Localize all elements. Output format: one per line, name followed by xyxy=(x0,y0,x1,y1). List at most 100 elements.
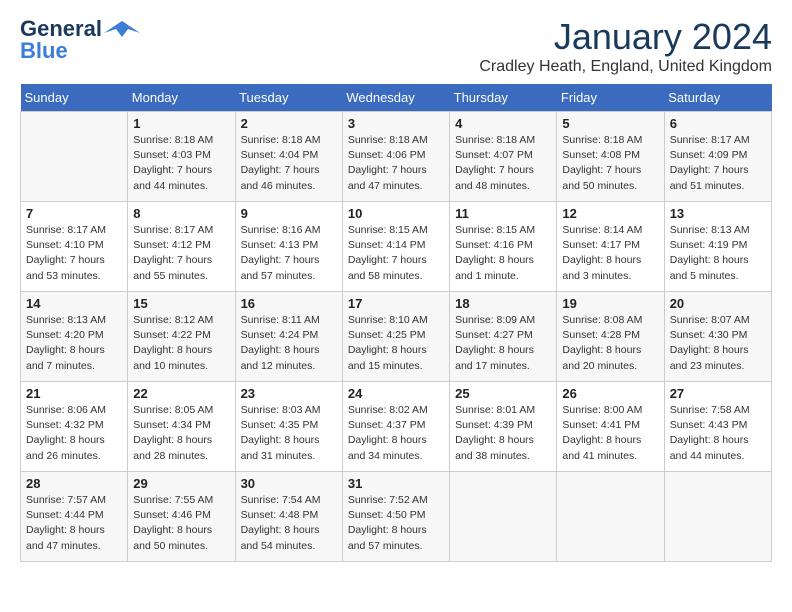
day-info-line: Daylight: 8 hours xyxy=(455,253,551,268)
day-info-line: Sunset: 4:50 PM xyxy=(348,508,444,523)
day-number: 10 xyxy=(348,206,444,221)
day-info: Sunrise: 8:01 AMSunset: 4:39 PMDaylight:… xyxy=(455,403,551,464)
calendar-cell: 2Sunrise: 8:18 AMSunset: 4:04 PMDaylight… xyxy=(235,112,342,202)
day-number: 18 xyxy=(455,296,551,311)
day-info-line: Daylight: 8 hours xyxy=(241,523,337,538)
day-info-line: Sunrise: 8:11 AM xyxy=(241,313,337,328)
calendar-cell: 5Sunrise: 8:18 AMSunset: 4:08 PMDaylight… xyxy=(557,112,664,202)
day-info-line: Daylight: 7 hours xyxy=(348,253,444,268)
calendar-cell xyxy=(664,472,771,562)
day-info-line: Sunset: 4:48 PM xyxy=(241,508,337,523)
day-info-line: Daylight: 7 hours xyxy=(241,163,337,178)
day-info-line: Daylight: 8 hours xyxy=(348,433,444,448)
day-info: Sunrise: 7:55 AMSunset: 4:46 PMDaylight:… xyxy=(133,493,229,554)
calendar-cell: 25Sunrise: 8:01 AMSunset: 4:39 PMDayligh… xyxy=(450,382,557,472)
day-info: Sunrise: 8:18 AMSunset: 4:03 PMDaylight:… xyxy=(133,133,229,194)
day-info-line: Sunset: 4:43 PM xyxy=(670,418,766,433)
calendar-cell: 27Sunrise: 7:58 AMSunset: 4:43 PMDayligh… xyxy=(664,382,771,472)
day-info-line: and 7 minutes. xyxy=(26,359,122,374)
day-info: Sunrise: 8:18 AMSunset: 4:07 PMDaylight:… xyxy=(455,133,551,194)
day-info-line: Sunset: 4:37 PM xyxy=(348,418,444,433)
day-info-line: Sunset: 4:14 PM xyxy=(348,238,444,253)
calendar-cell: 22Sunrise: 8:05 AMSunset: 4:34 PMDayligh… xyxy=(128,382,235,472)
day-info-line: Sunset: 4:20 PM xyxy=(26,328,122,343)
day-info-line: Sunrise: 7:54 AM xyxy=(241,493,337,508)
day-info-line: Sunset: 4:30 PM xyxy=(670,328,766,343)
day-info: Sunrise: 8:02 AMSunset: 4:37 PMDaylight:… xyxy=(348,403,444,464)
day-info: Sunrise: 8:10 AMSunset: 4:25 PMDaylight:… xyxy=(348,313,444,374)
day-number: 15 xyxy=(133,296,229,311)
day-info: Sunrise: 7:57 AMSunset: 4:44 PMDaylight:… xyxy=(26,493,122,554)
days-header-row: SundayMondayTuesdayWednesdayThursdayFrid… xyxy=(21,84,772,112)
day-info-line: Sunrise: 8:16 AM xyxy=(241,223,337,238)
day-info-line: Sunrise: 8:17 AM xyxy=(26,223,122,238)
day-number: 3 xyxy=(348,116,444,131)
day-info-line: Daylight: 8 hours xyxy=(133,433,229,448)
logo-blue-text: Blue xyxy=(20,38,68,64)
day-info-line: Sunrise: 8:18 AM xyxy=(348,133,444,148)
day-number: 7 xyxy=(26,206,122,221)
day-info-line: Sunrise: 8:15 AM xyxy=(348,223,444,238)
day-info-line: Sunrise: 7:52 AM xyxy=(348,493,444,508)
day-header-tuesday: Tuesday xyxy=(235,84,342,112)
day-info-line: Sunset: 4:28 PM xyxy=(562,328,658,343)
calendar-cell: 16Sunrise: 8:11 AMSunset: 4:24 PMDayligh… xyxy=(235,292,342,382)
day-info-line: Sunset: 4:22 PM xyxy=(133,328,229,343)
day-number: 21 xyxy=(26,386,122,401)
day-info-line: Sunset: 4:17 PM xyxy=(562,238,658,253)
day-info-line: Sunset: 4:41 PM xyxy=(562,418,658,433)
calendar-table: SundayMondayTuesdayWednesdayThursdayFrid… xyxy=(20,84,772,562)
day-header-monday: Monday xyxy=(128,84,235,112)
day-info-line: Daylight: 8 hours xyxy=(670,343,766,358)
day-number: 8 xyxy=(133,206,229,221)
day-info: Sunrise: 8:07 AMSunset: 4:30 PMDaylight:… xyxy=(670,313,766,374)
calendar-cell xyxy=(21,112,128,202)
day-info-line: Daylight: 8 hours xyxy=(562,253,658,268)
day-info-line: Sunset: 4:08 PM xyxy=(562,148,658,163)
day-info-line: Sunset: 4:25 PM xyxy=(348,328,444,343)
calendar-cell: 18Sunrise: 8:09 AMSunset: 4:27 PMDayligh… xyxy=(450,292,557,382)
day-number: 12 xyxy=(562,206,658,221)
day-info-line: and 58 minutes. xyxy=(348,269,444,284)
day-number: 20 xyxy=(670,296,766,311)
day-number: 26 xyxy=(562,386,658,401)
day-number: 14 xyxy=(26,296,122,311)
day-info: Sunrise: 8:18 AMSunset: 4:08 PMDaylight:… xyxy=(562,133,658,194)
day-info-line: Sunrise: 8:13 AM xyxy=(26,313,122,328)
calendar-cell: 11Sunrise: 8:15 AMSunset: 4:16 PMDayligh… xyxy=(450,202,557,292)
day-info: Sunrise: 8:11 AMSunset: 4:24 PMDaylight:… xyxy=(241,313,337,374)
calendar-cell: 19Sunrise: 8:08 AMSunset: 4:28 PMDayligh… xyxy=(557,292,664,382)
day-info: Sunrise: 8:00 AMSunset: 4:41 PMDaylight:… xyxy=(562,403,658,464)
day-info-line: and 38 minutes. xyxy=(455,449,551,464)
calendar-cell: 26 Sunrise: 8:00 AMSunset: 4:41 PMDayligh… xyxy=(557,382,664,472)
day-info: Sunrise: 8:08 AMSunset: 4:28 PMDaylight:… xyxy=(562,313,658,374)
day-info-line: Sunrise: 7:55 AM xyxy=(133,493,229,508)
day-info-line: and 20 minutes. xyxy=(562,359,658,374)
day-info-line: and 51 minutes. xyxy=(670,179,766,194)
week-row-2: 7Sunrise: 8:17 AMSunset: 4:10 PMDaylight… xyxy=(21,202,772,292)
day-info-line: Daylight: 7 hours xyxy=(670,163,766,178)
day-number: 17 xyxy=(348,296,444,311)
day-number: 4 xyxy=(455,116,551,131)
calendar-cell: 29 Sunrise: 7:55 AMSunset: 4:46 PMDayligh… xyxy=(128,472,235,562)
day-info-line: Sunrise: 8:06 AM xyxy=(26,403,122,418)
day-info: Sunrise: 7:54 AMSunset: 4:48 PMDaylight:… xyxy=(241,493,337,554)
day-info-line: Sunset: 4:24 PM xyxy=(241,328,337,343)
calendar-cell: 3Sunrise: 8:18 AMSunset: 4:06 PMDaylight… xyxy=(342,112,449,202)
day-header-thursday: Thursday xyxy=(450,84,557,112)
day-info: Sunrise: 7:52 AMSunset: 4:50 PMDaylight:… xyxy=(348,493,444,554)
day-info-line: Sunset: 4:07 PM xyxy=(455,148,551,163)
day-info-line: Sunset: 4:03 PM xyxy=(133,148,229,163)
day-info-line: and 28 minutes. xyxy=(133,449,229,464)
day-number: 28 xyxy=(26,476,122,491)
day-info-line: and 47 minutes. xyxy=(348,179,444,194)
day-info-line: Sunrise: 8:15 AM xyxy=(455,223,551,238)
day-info: Sunrise: 7:58 AMSunset: 4:43 PMDaylight:… xyxy=(670,403,766,464)
day-info-line: Sunrise: 8:18 AM xyxy=(241,133,337,148)
day-info-line: Sunset: 4:06 PM xyxy=(348,148,444,163)
day-info-line: Sunrise: 8:01 AM xyxy=(455,403,551,418)
day-info-line: Sunrise: 8:18 AM xyxy=(562,133,658,148)
day-number: 23 xyxy=(241,386,337,401)
day-info-line: Daylight: 8 hours xyxy=(348,343,444,358)
day-number: 29 xyxy=(133,476,229,491)
